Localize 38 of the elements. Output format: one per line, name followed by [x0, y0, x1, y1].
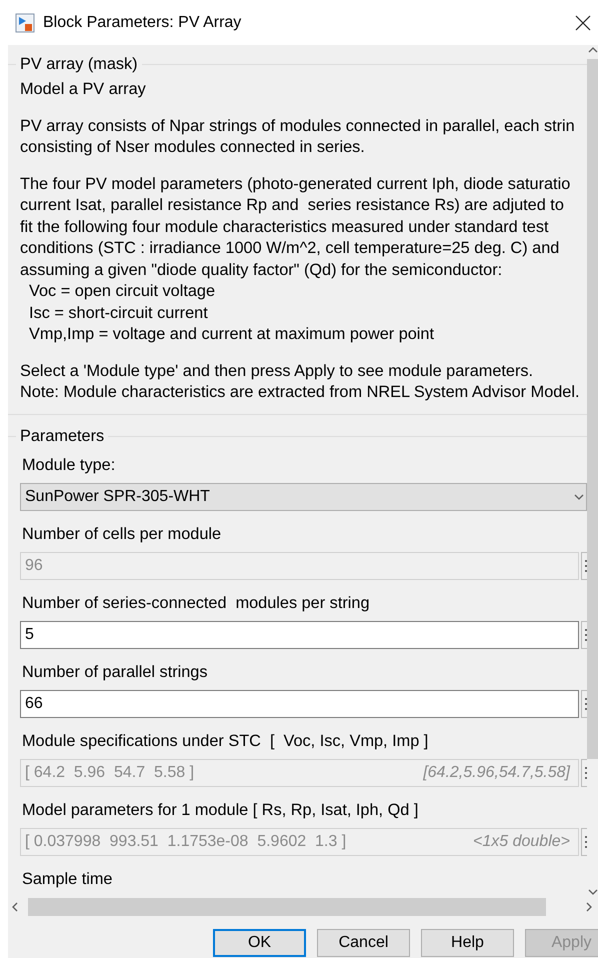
description-text: Select a 'Module type' and then press Apply to see module parameters.	[20, 360, 534, 382]
input-field[interactable]: 5	[20, 620, 579, 648]
dialog-button[interactable]: Cancel	[317, 929, 410, 957]
field-label: Number of parallel strings	[22, 662, 209, 682]
scrollbar-thumb[interactable]	[28, 898, 546, 916]
chevron-down-icon[interactable]	[574, 492, 584, 502]
field-label: Module type:	[22, 456, 116, 474]
scroll-left-icon[interactable]	[10, 902, 20, 912]
description-text: current Isat, parallel resistance Rp and series resistance Rs) are adjuted to	[20, 195, 565, 216]
description-text: Voc = open circuit voltage	[28, 281, 216, 302]
description-text: Isc = short-circuit current	[28, 302, 209, 324]
scroll-right-icon[interactable]	[584, 902, 594, 912]
description-text: The four PV model parameters (photo-generated current Iph, diode saturatio	[20, 174, 572, 194]
field-label: Sample time	[22, 870, 114, 888]
block-icon	[15, 12, 35, 32]
description-text: conditions (STC : irradiance 1000 W/m^2, cell temperature=25 deg. C) and	[20, 238, 560, 259]
scrollbar-thumb[interactable]	[587, 59, 598, 759]
field-label: Model parameters for 1 module [ Rs, Rp, Isat, Iph, Qd ]	[22, 800, 420, 820]
dialog-button[interactable]: Help	[421, 929, 514, 957]
description-text: PV array consists of Npar strings of modules connected in parallel, each strin	[20, 116, 576, 136]
scroll-up-icon[interactable]	[588, 45, 598, 55]
description-text: Vmp,Imp = voltage and current at maximum power point	[28, 324, 436, 345]
description-text: fit the following four module characteristics measured under standard test	[20, 216, 550, 238]
scroll-down-icon[interactable]	[588, 887, 598, 897]
close-icon	[575, 14, 591, 30]
description-text: assuming a given "diode quality factor" (Qd) for the semiconductor:	[20, 260, 504, 280]
description-text: Note: Module characteristics are extracted from NREL System Advisor Model.	[20, 382, 581, 403]
dialog-button[interactable]: OK	[213, 929, 306, 957]
module-type-dropdown[interactable]: SunPower SPR-305-WHT	[20, 482, 587, 510]
window-title: Block Parameters: PV Array	[43, 14, 242, 32]
group-title: PV array (mask)	[19, 55, 139, 74]
group-title: Parameters	[19, 426, 106, 446]
field-label: Number of cells per module	[22, 524, 222, 544]
input-field[interactable]: 66	[20, 690, 579, 718]
field-label: Module specifications under STC [ Voc, Isc, Vmp, Imp ]	[22, 732, 430, 750]
field-label: Number of series-connected modules per string	[22, 594, 370, 612]
description-text: Model a PV array	[20, 79, 147, 100]
description-text: consisting of Nser modules connected in series.	[20, 137, 366, 158]
